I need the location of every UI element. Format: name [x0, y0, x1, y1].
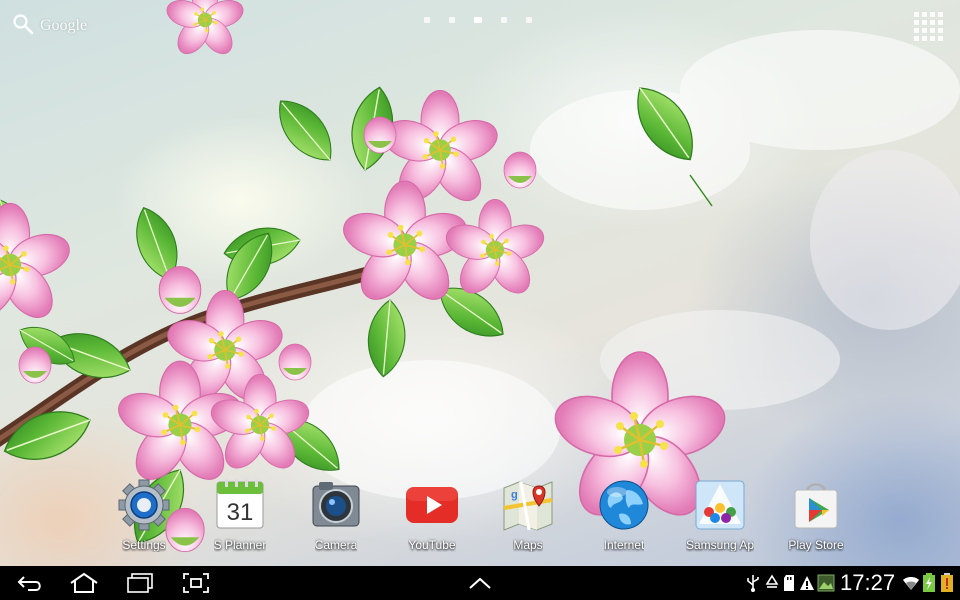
app-internet[interactable]: Internet: [579, 478, 669, 558]
back-icon: [17, 576, 41, 591]
page-dot: [526, 17, 532, 23]
screenshot-icon: [183, 573, 209, 593]
home-button[interactable]: [64, 570, 104, 596]
app-maps[interactable]: g Maps: [483, 478, 573, 558]
image-icon: [817, 574, 835, 592]
battery-charging-icon: [922, 573, 936, 592]
page-dot: [449, 17, 455, 23]
system-bar: 17:27: [0, 566, 960, 600]
page-dot-active: [474, 17, 482, 23]
recycle-icon: [764, 574, 780, 592]
up-arrow-icon: [469, 577, 491, 589]
recent-apps-icon: [127, 573, 153, 593]
app-label: Settings: [122, 538, 166, 552]
app-label: Samsung Ap: [685, 538, 755, 552]
youtube-icon: [405, 478, 459, 532]
globe-icon: [597, 478, 651, 532]
page-dot: [424, 17, 430, 23]
expand-tray-button[interactable]: [460, 570, 500, 596]
app-label: S Planner: [213, 538, 267, 552]
settings-gear-icon: [117, 478, 171, 532]
app-label: YouTube: [408, 538, 456, 552]
app-samsung-apps[interactable]: Samsung Ap: [675, 478, 765, 558]
maps-icon: g: [501, 478, 555, 532]
page-dot: [501, 17, 507, 23]
calendar-day-text: 31: [227, 499, 254, 526]
search-label: Google: [40, 17, 88, 34]
app-dock: Settings 31 S Planner Camera YouTube g M…: [0, 478, 960, 558]
search-icon: [12, 13, 34, 40]
app-label: Camera: [314, 538, 358, 552]
app-play-store[interactable]: Play Store: [771, 478, 861, 558]
battery-alert-icon: [940, 573, 954, 592]
app-label: Play Store: [788, 538, 844, 552]
back-button[interactable]: [10, 570, 50, 596]
svg-text:g: g: [511, 489, 518, 501]
play-store-icon: [789, 478, 843, 532]
wifi-icon: [902, 574, 920, 592]
usb-icon: [746, 574, 760, 592]
google-search-widget[interactable]: Google: [12, 13, 88, 40]
app-s-planner[interactable]: 31 S Planner: [195, 478, 285, 558]
app-youtube[interactable]: YouTube: [387, 478, 477, 558]
app-camera[interactable]: Camera: [291, 478, 381, 558]
apps-button[interactable]: [914, 12, 944, 42]
sd-card-icon: [782, 574, 796, 592]
home-icon: [70, 572, 98, 593]
samsung-apps-icon: [693, 478, 747, 532]
app-settings[interactable]: Settings: [99, 478, 189, 558]
app-label: Maps: [513, 538, 543, 552]
screenshot-button[interactable]: [176, 570, 216, 596]
camera-icon: [309, 478, 363, 532]
clock: 17:27: [840, 570, 896, 595]
app-label: Internet: [603, 538, 645, 552]
recent-apps-button[interactable]: [120, 570, 160, 596]
home-page-indicator: [424, 17, 532, 23]
calendar-icon: 31: [213, 478, 267, 532]
apps-grid-icon: [914, 12, 943, 41]
warning-icon: [799, 574, 815, 592]
